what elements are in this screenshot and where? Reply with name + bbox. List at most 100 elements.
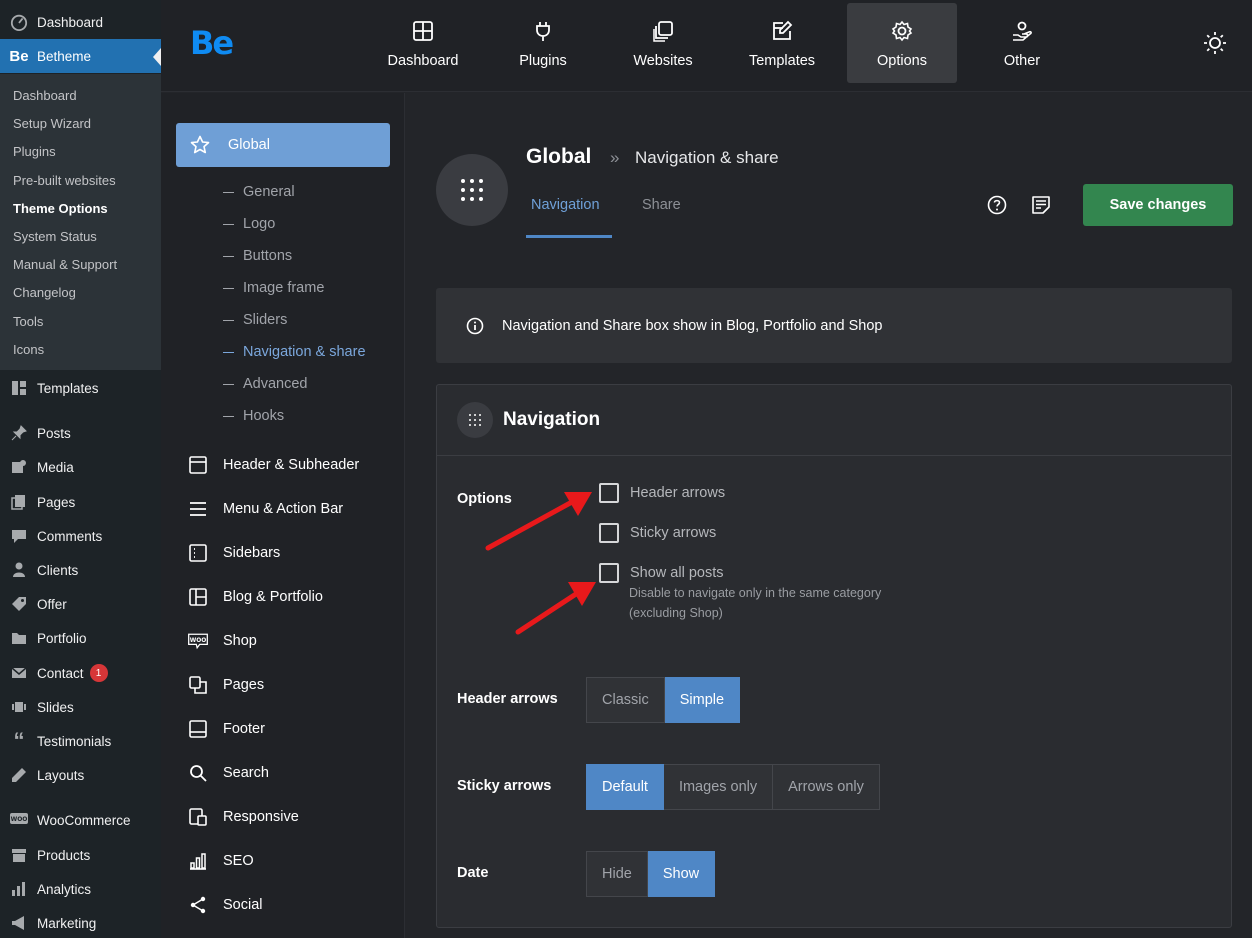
options-nav-responsive[interactable]: Responsive: [187, 805, 299, 829]
options-nav-search[interactable]: Search: [187, 761, 269, 785]
wp-menu-slides[interactable]: Slides: [0, 690, 161, 724]
quote-icon: “: [13, 728, 25, 753]
checkbox-description: Disable to navigate only in the same cat…: [629, 586, 882, 600]
segment-hide[interactable]: Hide: [586, 851, 648, 897]
options-subnav-advanced[interactable]: Advanced: [223, 376, 308, 392]
checkbox[interactable]: [599, 483, 619, 503]
options-label: Options: [457, 491, 512, 507]
subnav-label: General: [243, 184, 295, 200]
wp-menu-offer[interactable]: Offer: [0, 587, 161, 621]
wp-submenu-item[interactable]: Icons: [13, 342, 44, 357]
seo-icon: [187, 850, 209, 872]
checkbox[interactable]: [599, 523, 619, 543]
options-nav-header-subheader[interactable]: Header & Subheader: [187, 453, 359, 477]
wp-menu-templates[interactable]: Templates: [0, 371, 161, 405]
tab-navigation[interactable]: Navigation: [531, 197, 600, 213]
save-changes-button[interactable]: Save changes: [1083, 184, 1233, 226]
wp-submenu-item[interactable]: Tools: [13, 314, 43, 329]
wp-menu-label: Marketing: [37, 915, 97, 931]
top-tab-other[interactable]: Other: [967, 3, 1077, 83]
templates-icon: [9, 378, 29, 398]
segment-simple[interactable]: Simple: [664, 677, 741, 723]
active-tab-underline: [526, 235, 612, 238]
dash-marker: [223, 287, 234, 289]
wp-menu-media[interactable]: Media: [0, 450, 161, 484]
segment-classic[interactable]: Classic: [586, 677, 665, 723]
folder-icon: [9, 628, 29, 648]
wp-submenu-item[interactable]: Plugins: [13, 144, 56, 159]
options-nav-pages[interactable]: Pages: [187, 673, 264, 697]
options-nav-shop[interactable]: WOO Shop: [187, 629, 257, 653]
segment-default[interactable]: Default: [586, 764, 664, 810]
svg-text:WOO: WOO: [11, 816, 28, 823]
options-nav-social[interactable]: Social: [187, 893, 263, 917]
wp-submenu-item[interactable]: Pre-built websites: [13, 173, 116, 188]
top-tab-options[interactable]: Options: [847, 3, 957, 83]
top-tab-templates[interactable]: Templates: [727, 3, 837, 83]
wp-menu-products[interactable]: Products: [0, 838, 161, 872]
wp-menu-betheme[interactable]: Be Betheme: [0, 39, 161, 73]
betheme-logo[interactable]: Be: [190, 24, 234, 62]
breadcrumb-root[interactable]: Global: [526, 145, 591, 169]
options-subnav-sliders[interactable]: Sliders: [223, 312, 287, 328]
top-tab-plugins[interactable]: Plugins: [488, 3, 598, 83]
wp-menu-portfolio[interactable]: Portfolio: [0, 621, 161, 655]
checkbox-header-arrows[interactable]: Header arrows: [599, 483, 725, 503]
options-nav-footer[interactable]: Footer: [187, 717, 265, 741]
options-nav-sidebars[interactable]: Sidebars: [187, 541, 280, 565]
options-subnav-hooks[interactable]: Hooks: [223, 408, 284, 424]
checkbox[interactable]: [599, 563, 619, 583]
wp-submenu-item[interactable]: System Status: [13, 229, 97, 244]
notes-icon[interactable]: [1030, 194, 1052, 216]
options-nav-blog-portfolio[interactable]: Blog & Portfolio: [187, 585, 323, 609]
header-arrows-segmented: Classic Simple: [586, 677, 741, 723]
options-subnav-image-frame[interactable]: Image frame: [223, 280, 324, 296]
segment-arrows-only[interactable]: Arrows only: [773, 764, 880, 810]
wp-submenu-item[interactable]: Manual & Support: [13, 257, 117, 272]
wp-submenu-item[interactable]: Dashboard: [13, 88, 77, 103]
wp-menu-dashboard[interactable]: Dashboard: [0, 5, 161, 39]
wp-menu-clients[interactable]: Clients: [0, 553, 161, 587]
theme-toggle-sun-icon[interactable]: [1203, 31, 1227, 55]
options-nav-label: Social: [223, 897, 263, 913]
wp-menu-contact[interactable]: Contact 1: [0, 656, 161, 690]
wp-menu-label: Analytics: [37, 881, 92, 897]
wp-menu-pages[interactable]: Pages: [0, 485, 161, 519]
options-subnav-general[interactable]: General: [223, 184, 295, 200]
checkbox-show-all-posts[interactable]: Show all posts: [599, 563, 724, 583]
options-nav-seo[interactable]: SEO: [187, 849, 254, 873]
sticky-arrows-label: Sticky arrows: [457, 778, 552, 794]
top-tab-label: Dashboard: [387, 53, 459, 69]
help-icon[interactable]: [986, 194, 1008, 216]
breadcrumb-separator: »: [610, 148, 620, 167]
wp-menu-posts[interactable]: Posts: [0, 416, 161, 450]
options-subnav-logo[interactable]: Logo: [223, 216, 275, 232]
wp-menu-comments[interactable]: Comments: [0, 519, 161, 553]
options-subnav-buttons[interactable]: Buttons: [223, 248, 292, 264]
wp-submenu-item[interactable]: Changelog: [13, 285, 76, 300]
wp-submenu-item[interactable]: Setup Wizard: [13, 116, 91, 131]
top-tab-websites[interactable]: Websites: [608, 3, 718, 83]
wp-menu-layouts[interactable]: Layouts: [0, 758, 161, 792]
wp-menu-analytics[interactable]: Analytics: [0, 872, 161, 906]
wp-menu-marketing[interactable]: Marketing: [0, 906, 161, 938]
pin-icon: [9, 423, 29, 443]
options-nav-global[interactable]: Global: [176, 123, 390, 167]
tab-share[interactable]: Share: [642, 197, 681, 213]
options-nav-menu-action-bar[interactable]: Menu & Action Bar: [187, 497, 343, 521]
top-tab-dashboard[interactable]: Dashboard: [368, 3, 478, 83]
top-tab-label: Options: [877, 53, 927, 69]
offer-icon: [9, 594, 29, 614]
segment-images-only[interactable]: Images only: [663, 764, 774, 810]
wp-submenu-item-current[interactable]: Theme Options: [13, 201, 108, 216]
wp-menu-label: Portfolio: [37, 630, 87, 646]
options-nav-label: Responsive: [223, 809, 299, 825]
wp-menu-woocommerce[interactable]: WOO WooCommerce: [0, 803, 161, 837]
checkbox-label: Show all posts: [630, 565, 724, 581]
date-label: Date: [457, 865, 489, 881]
subnav-label: Advanced: [243, 376, 308, 392]
options-subnav-navigation-share[interactable]: Navigation & share: [223, 344, 366, 360]
segment-show[interactable]: Show: [647, 851, 716, 897]
checkbox-sticky-arrows[interactable]: Sticky arrows: [599, 523, 716, 543]
wp-menu-testimonials[interactable]: “ Testimonials: [0, 724, 161, 758]
